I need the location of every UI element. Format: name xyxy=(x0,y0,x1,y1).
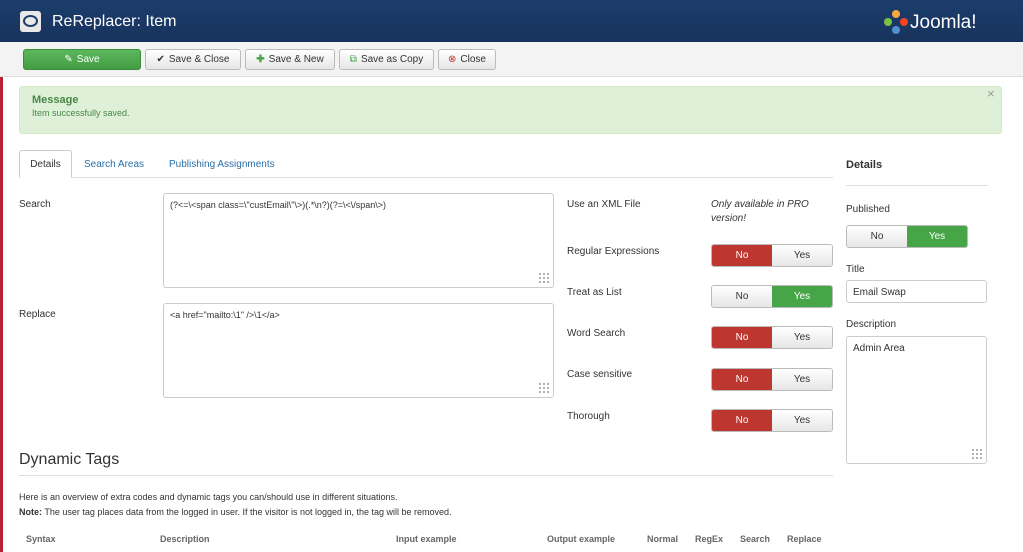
dynamic-tags-note: Note: The user tag places data from the … xyxy=(19,507,452,517)
dynamic-tags-title: Dynamic Tags xyxy=(19,451,120,468)
success-message: Message Item successfully saved. × xyxy=(19,86,1002,134)
col-output-example: Output example xyxy=(547,534,616,544)
published-label: Published xyxy=(846,204,890,215)
copy-icon: ⧉ xyxy=(349,53,357,65)
case-sensitive-label: Case sensitive xyxy=(567,369,633,380)
description-value: Admin Area xyxy=(853,343,905,354)
dynamic-tags-intro: Here is an overview of extra codes and d… xyxy=(19,492,398,502)
check-icon: ✔ xyxy=(156,53,165,65)
regular-expressions-yes[interactable]: Yes xyxy=(772,245,832,266)
resize-grip-icon[interactable] xyxy=(538,382,549,393)
joomla-logo: Joomla! xyxy=(884,10,1004,36)
col-input-example: Input example xyxy=(396,534,457,544)
word-search-yes[interactable]: Yes xyxy=(772,327,832,348)
word-search-label: Word Search xyxy=(567,328,626,339)
tab-publishing-assignments[interactable]: Publishing Assignments xyxy=(169,150,275,178)
col-normal: Normal xyxy=(647,534,679,544)
plus-icon: ✚ xyxy=(256,53,265,65)
replace-value: <a href="mailto:\1" />\1</a> xyxy=(170,310,280,320)
cancel-icon: ⊗ xyxy=(448,53,457,65)
case-sensitive-no[interactable]: No xyxy=(712,369,772,390)
search-textarea[interactable]: (?<=\<span class=\"custEmail\"\>)(.*\n?)… xyxy=(163,193,554,288)
joomla-wordmark: Joomla! xyxy=(910,12,977,33)
description-textarea[interactable]: Admin Area xyxy=(846,336,987,464)
search-value: (?<=\<span class=\"custEmail\"\>)(.*\n?)… xyxy=(170,200,386,210)
thorough-toggle: No Yes xyxy=(711,409,833,432)
rereplacer-icon xyxy=(20,11,41,32)
regular-expressions-no[interactable]: No xyxy=(712,245,772,266)
case-sensitive-yes[interactable]: Yes xyxy=(772,369,832,390)
note-label: Note: xyxy=(19,507,42,517)
thorough-no[interactable]: No xyxy=(712,410,772,431)
search-label: Search xyxy=(19,199,51,210)
treat-as-list-yes[interactable]: Yes xyxy=(772,286,832,307)
replace-label: Replace xyxy=(19,309,56,320)
tab-details[interactable]: Details xyxy=(19,150,72,178)
save-close-button[interactable]: ✔ Save & Close xyxy=(145,49,241,70)
regular-expressions-label: Regular Expressions xyxy=(567,246,660,257)
message-heading: Message xyxy=(32,94,79,106)
description-label: Description xyxy=(846,319,897,330)
word-search-toggle: No Yes xyxy=(711,326,833,349)
regular-expressions-toggle: No Yes xyxy=(711,244,833,267)
col-search: Search xyxy=(740,534,771,544)
toolbar: ✎ Save ✔ Save & Close ✚ Save & New ⧉ Save as… xyxy=(0,42,1023,77)
xml-file-label: Use an XML File xyxy=(567,199,641,210)
save-copy-button[interactable]: ⧉ Save as Copy xyxy=(339,49,434,70)
pro-only-note: Only available in PRO version! xyxy=(711,199,809,224)
resize-grip-icon[interactable] xyxy=(971,448,982,459)
page-title: ReReplacer: Item xyxy=(52,13,177,30)
treat-as-list-label: Treat as List xyxy=(567,287,622,298)
col-syntax: Syntax xyxy=(26,534,56,544)
treat-as-list-no[interactable]: No xyxy=(712,286,772,307)
thorough-yes[interactable]: Yes xyxy=(772,410,832,431)
dynamic-tags-divider xyxy=(19,475,833,476)
note-text: The user tag places data from the logged… xyxy=(42,507,452,517)
save-new-button[interactable]: ✚ Save & New xyxy=(245,49,335,70)
message-text: Item successfully saved. xyxy=(32,108,130,118)
published-toggle: No Yes xyxy=(846,225,968,248)
title-label: Title xyxy=(846,264,865,275)
published-yes[interactable]: Yes xyxy=(907,226,967,247)
title-input[interactable]: Email Swap xyxy=(846,280,987,303)
col-regex: RegEx xyxy=(695,534,724,544)
sidebar-heading: Details xyxy=(846,159,883,171)
col-description: Description xyxy=(160,534,210,544)
message-close-icon[interactable]: × xyxy=(987,86,995,101)
save-button[interactable]: ✎ Save xyxy=(23,49,141,70)
close-button[interactable]: ⊗ Close xyxy=(438,49,496,70)
sidebar-divider xyxy=(846,185,988,186)
published-no[interactable]: No xyxy=(847,226,907,247)
resize-grip-icon[interactable] xyxy=(538,272,549,283)
edit-icon: ✎ xyxy=(64,53,73,65)
col-replace: Replace xyxy=(787,534,822,544)
word-search-no[interactable]: No xyxy=(712,327,772,348)
thorough-label: Thorough xyxy=(567,411,610,422)
joomla-mark-icon xyxy=(884,10,908,34)
left-accent-stripe xyxy=(0,42,3,552)
treat-as-list-toggle: No Yes xyxy=(711,285,833,308)
replace-textarea[interactable]: <a href="mailto:\1" />\1</a> xyxy=(163,303,554,398)
tab-search-areas[interactable]: Search Areas xyxy=(84,150,144,178)
case-sensitive-toggle: No Yes xyxy=(711,368,833,391)
